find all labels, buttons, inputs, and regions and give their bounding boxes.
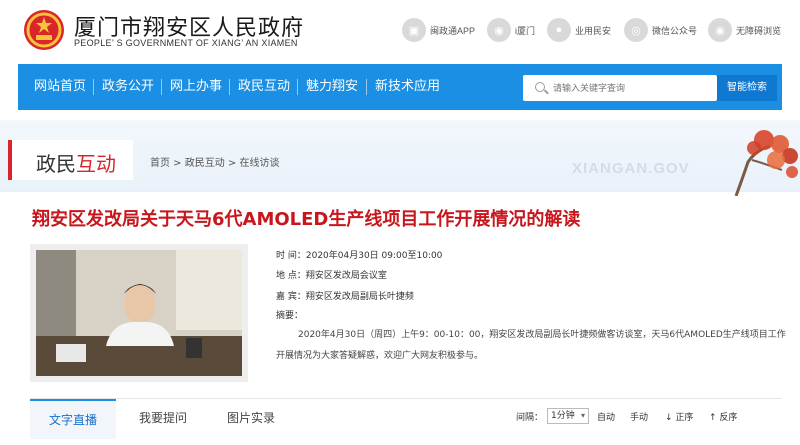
phone-icon: ▣ — [402, 18, 426, 42]
interview-location: 地 点：翔安区发改局会议室 — [276, 271, 387, 281]
breadcrumb[interactable]: 首页 > 政民互动 > 在线访谈 — [150, 154, 279, 169]
national-emblem-icon — [24, 10, 64, 50]
nav-divider — [93, 79, 94, 95]
manual-button[interactable]: 手动 — [630, 410, 648, 423]
section-title-part2: 互动 — [76, 152, 116, 176]
header-link-wechat[interactable]: ◎ 微信公众号 — [624, 18, 697, 42]
section-title-part1: 政民 — [36, 152, 76, 176]
eye-icon: ◉ — [708, 18, 732, 42]
interview-photo-image — [36, 250, 242, 376]
nav-divider — [297, 79, 298, 95]
nav-item-online-services[interactable]: 网上办事 — [170, 64, 222, 110]
section-heading: 政民互动 — [8, 140, 133, 180]
smart-search-button[interactable]: 智能检索 — [717, 75, 777, 101]
abstract-label: 摘要： — [276, 311, 304, 321]
nav-item-new-tech[interactable]: 新技术应用 — [375, 64, 440, 110]
tab-ask-question[interactable]: 我要提问 — [120, 399, 206, 439]
app-icon: ◉ — [487, 18, 511, 42]
nav-divider — [229, 79, 230, 95]
nav-item-interaction[interactable]: 政民互动 — [238, 64, 290, 110]
header-link-mzt-app[interactable]: ▣ 闽政通APP — [402, 18, 475, 42]
nav-divider — [161, 79, 162, 95]
site-watermark: XIANGAN.GOV — [572, 160, 690, 177]
interview-time: 时 间：2020年04月30日 09:00至10:00 — [276, 251, 443, 261]
header-link-ixiamen[interactable]: ◉ i厦门 — [487, 18, 535, 42]
search-icon — [535, 82, 545, 92]
search-box — [523, 75, 717, 101]
descending-button[interactable]: ↑ 反序 — [709, 410, 737, 423]
nav-item-charm-xiangan[interactable]: 魅力翔安 — [306, 64, 358, 110]
auto-button[interactable]: 自动 — [597, 410, 615, 423]
tab-live-text[interactable]: 文字直播 — [30, 399, 116, 439]
search-input[interactable] — [551, 79, 711, 97]
decorative-tree-icon — [734, 130, 798, 196]
arrow-up-icon: ↑ — [709, 413, 717, 423]
nav-divider — [366, 79, 367, 95]
header-link-yeyongminan[interactable]: ● 业用民安 — [547, 18, 611, 42]
interview-guest: 嘉 宾：翔安区发改局副局长叶捷频 — [276, 292, 414, 302]
nav-item-home[interactable]: 网站首页 — [34, 64, 86, 110]
interview-photo — [30, 244, 248, 382]
arrow-down-icon: ↓ — [665, 413, 673, 423]
interview-abstract: 2020年4月30日（周四）上午9：00-10：00，翔安区发改局副局长叶捷频做… — [276, 330, 786, 361]
site-subtitle: PEOPLE’ S GOVERNMENT OF XIANG’ AN XIAMEN — [74, 38, 298, 48]
people-icon: ● — [547, 18, 571, 42]
article-title: 翔安区发改局关于天马6代AMOLED生产线项目工作开展情况的解读 — [32, 209, 581, 230]
interval-select[interactable]: 1分钟 — [547, 408, 589, 424]
tab-photo-record[interactable]: 图片实录 — [208, 399, 294, 439]
interval-label: 间隔： — [516, 413, 544, 423]
wechat-icon: ◎ — [624, 18, 648, 42]
ascending-button[interactable]: ↓ 正序 — [665, 410, 693, 423]
header-link-accessibility[interactable]: ◉ 无障碍浏览 — [708, 18, 781, 42]
site-header: 厦门市翔安区人民政府 PEOPLE’ S GOVERNMENT OF XIANG… — [0, 0, 800, 62]
nav-item-gov-affairs[interactable]: 政务公开 — [102, 64, 154, 110]
